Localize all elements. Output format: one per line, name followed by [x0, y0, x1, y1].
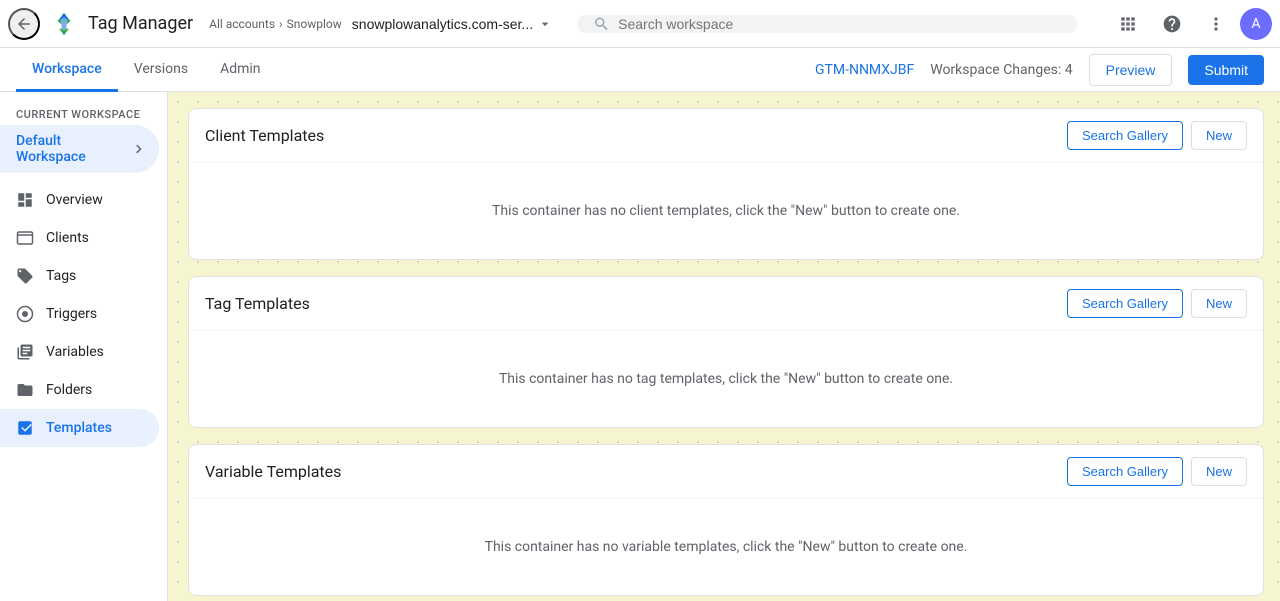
client-templates-body: This container has no client templates, …: [189, 163, 1263, 259]
sidebar: CURRENT WORKSPACE Default Workspace Over…: [0, 92, 168, 601]
workspace-selector-label: snowplowanalytics.com-ser...: [352, 16, 533, 32]
clients-icon: [16, 229, 34, 247]
help-button[interactable]: [1152, 4, 1192, 44]
sidebar-item-tags-label: Tags: [46, 268, 76, 284]
triggers-icon: [16, 305, 34, 323]
sidebar-item-variables[interactable]: Variables: [0, 333, 159, 371]
main-content: Client Templates Search Gallery New This…: [168, 92, 1280, 601]
overview-icon: [16, 191, 34, 209]
back-button[interactable]: [8, 8, 40, 40]
breadcrumb-separator: ›: [279, 17, 283, 31]
more-options-button[interactable]: [1196, 4, 1236, 44]
tags-icon: [16, 267, 34, 285]
tag-templates-section: Tag Templates Search Gallery New This co…: [188, 276, 1264, 428]
preview-button[interactable]: Preview: [1089, 54, 1173, 86]
sidebar-item-clients[interactable]: Clients: [0, 219, 159, 257]
workspace-chevron-icon: [130, 140, 147, 158]
breadcrumb-all-accounts[interactable]: All accounts: [209, 17, 275, 31]
variable-templates-actions: Search Gallery New: [1067, 457, 1247, 486]
workspace-name: Default Workspace: [16, 133, 130, 165]
variable-templates-body: This container has no variable templates…: [189, 499, 1263, 595]
gtm-id[interactable]: GTM-NNMXJBF: [815, 62, 914, 78]
tag-templates-new-button[interactable]: New: [1191, 289, 1247, 318]
variables-icon: [16, 343, 34, 361]
header-actions: A: [1108, 4, 1272, 44]
avatar[interactable]: A: [1240, 8, 1272, 40]
workspace-item[interactable]: Default Workspace: [0, 125, 159, 173]
variable-templates-new-button[interactable]: New: [1191, 457, 1247, 486]
sidebar-item-tags[interactable]: Tags: [0, 257, 159, 295]
variable-templates-header: Variable Templates Search Gallery New: [189, 445, 1263, 499]
sub-header-right: GTM-NNMXJBF Workspace Changes: 4 Preview…: [815, 54, 1280, 86]
tag-templates-title: Tag Templates: [205, 294, 310, 313]
tab-workspace[interactable]: Workspace: [16, 49, 118, 92]
search-bar: [577, 15, 1077, 33]
variable-templates-empty-message: This container has no variable templates…: [485, 539, 968, 555]
top-header: Tag Manager All accounts › Snowplow snow…: [0, 0, 1280, 48]
app-logo: [48, 8, 80, 40]
client-templates-title: Client Templates: [205, 126, 324, 145]
workspace-changes: Workspace Changes: 4: [930, 62, 1072, 78]
sidebar-item-variables-label: Variables: [46, 344, 104, 360]
nav-tabs: Workspace Versions Admin: [16, 48, 277, 91]
sub-header: Workspace Versions Admin GTM-NNMXJBF Wor…: [0, 48, 1280, 92]
sidebar-item-folders[interactable]: Folders: [0, 371, 159, 409]
tab-versions[interactable]: Versions: [118, 49, 204, 92]
variable-templates-title: Variable Templates: [205, 462, 341, 481]
variable-templates-search-gallery-button[interactable]: Search Gallery: [1067, 457, 1183, 486]
tag-templates-search-gallery-button[interactable]: Search Gallery: [1067, 289, 1183, 318]
client-templates-section: Client Templates Search Gallery New This…: [188, 108, 1264, 260]
tag-templates-actions: Search Gallery New: [1067, 289, 1247, 318]
sidebar-item-overview[interactable]: Overview: [0, 181, 159, 219]
client-templates-actions: Search Gallery New: [1067, 121, 1247, 150]
sidebar-item-templates-label: Templates: [46, 420, 112, 436]
tag-templates-empty-message: This container has no tag templates, cli…: [499, 371, 953, 387]
tag-templates-body: This container has no tag templates, cli…: [189, 331, 1263, 427]
breadcrumb: All accounts › Snowplow: [209, 17, 342, 31]
sidebar-item-templates[interactable]: Templates: [0, 409, 159, 447]
folders-icon: [16, 381, 34, 399]
tab-admin[interactable]: Admin: [204, 49, 276, 92]
submit-button[interactable]: Submit: [1188, 55, 1264, 85]
client-templates-header: Client Templates Search Gallery New: [189, 109, 1263, 163]
apps-button[interactable]: [1108, 4, 1148, 44]
app-title: Tag Manager: [88, 13, 193, 34]
client-templates-search-gallery-button[interactable]: Search Gallery: [1067, 121, 1183, 150]
breadcrumb-account[interactable]: Snowplow: [287, 17, 342, 31]
variable-templates-section: Variable Templates Search Gallery New Th…: [188, 444, 1264, 596]
sidebar-item-triggers[interactable]: Triggers: [0, 295, 159, 333]
main-layout: CURRENT WORKSPACE Default Workspace Over…: [0, 92, 1280, 601]
workspace-selector[interactable]: snowplowanalytics.com-ser...: [352, 16, 553, 32]
sidebar-item-overview-label: Overview: [46, 192, 103, 208]
current-workspace-label: CURRENT WORKSPACE: [0, 100, 167, 125]
search-input[interactable]: [618, 16, 1061, 32]
client-templates-empty-message: This container has no client templates, …: [492, 203, 960, 219]
templates-icon: [16, 419, 34, 437]
client-templates-new-button[interactable]: New: [1191, 121, 1247, 150]
sidebar-item-triggers-label: Triggers: [46, 306, 97, 322]
sidebar-item-clients-label: Clients: [46, 230, 89, 246]
search-icon: [593, 15, 610, 33]
tag-templates-header: Tag Templates Search Gallery New: [189, 277, 1263, 331]
sidebar-nav: Overview Clients Tags Trig: [0, 181, 167, 447]
sidebar-item-folders-label: Folders: [46, 382, 92, 398]
